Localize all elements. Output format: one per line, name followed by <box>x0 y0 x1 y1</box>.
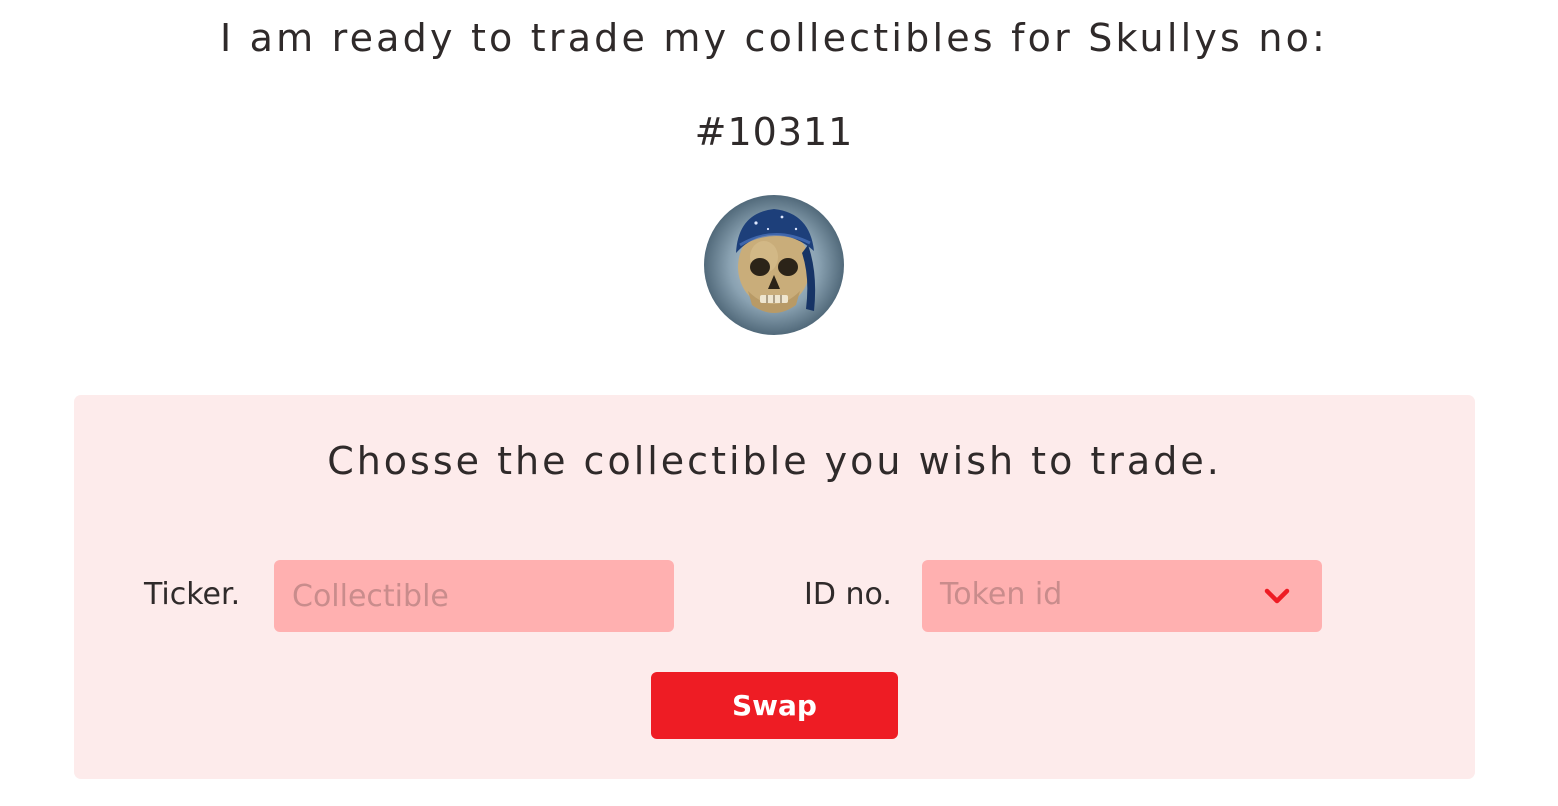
ticker-label: Ticker. <box>144 577 241 612</box>
id-label: ID no. <box>804 577 892 612</box>
token-id-select[interactable]: Token id <box>922 560 1322 632</box>
trade-panel-title: Chosse the collectible you wish to trade… <box>327 439 1222 483</box>
ticker-input[interactable] <box>274 560 674 632</box>
page-headline: I am ready to trade my collectibles for … <box>219 16 1329 60</box>
swap-button[interactable]: Swap <box>651 672 898 739</box>
skully-avatar <box>704 195 844 335</box>
skull-with-bandana-icon <box>736 209 816 313</box>
skully-number: #10311 <box>694 110 854 154</box>
trade-panel: Chosse the collectible you wish to trade… <box>74 395 1475 779</box>
token-id-placeholder: Token id <box>940 577 1063 612</box>
chevron-down-icon <box>1264 588 1290 604</box>
